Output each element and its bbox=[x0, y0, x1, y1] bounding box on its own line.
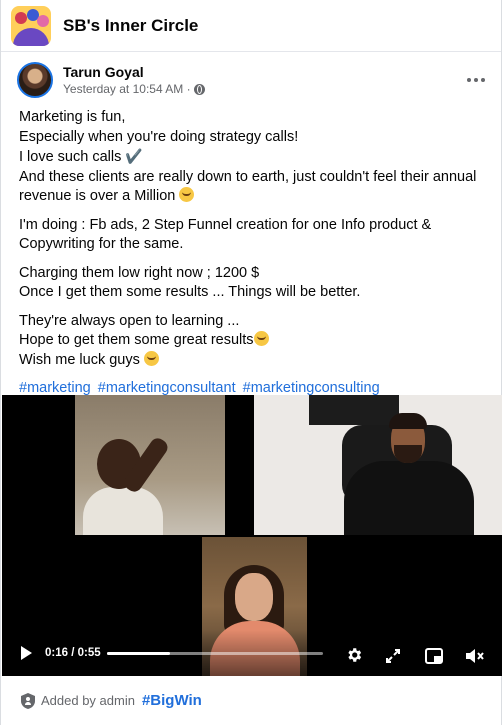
smile-emoji bbox=[143, 350, 159, 366]
post-line: And these clients are really down to ear… bbox=[19, 168, 489, 207]
post-line-text: Wish me luck guys bbox=[19, 351, 140, 368]
smile-emoji bbox=[179, 187, 195, 202]
post-line: Once I get them some results ... Things … bbox=[19, 284, 361, 300]
post-text: Marketing is fun, Especially when you're… bbox=[13, 108, 489, 399]
pip-icon[interactable] bbox=[425, 648, 443, 664]
post-paragraph: They're always open to learning ... Hope… bbox=[19, 312, 489, 371]
post-line-text: Hope to get them some great results bbox=[19, 332, 254, 348]
post-line: Charging them low right now ; 1200 $ bbox=[19, 264, 260, 281]
post-line: They're always open to learning ... bbox=[19, 312, 240, 329]
author-name[interactable]: Tarun Goyal bbox=[63, 63, 461, 81]
post-line: Hope to get them some great results bbox=[19, 331, 489, 351]
hashtag-link[interactable]: #marketing bbox=[19, 380, 91, 396]
added-by-label: Added by admin bbox=[41, 693, 135, 708]
post-line: I'm doing : Fb ads, 2 Step Funnel creati… bbox=[19, 216, 432, 253]
shield-icon bbox=[21, 692, 35, 709]
video-controls: 0:16 / 0:55 bbox=[2, 630, 502, 676]
post-paragraph: Marketing is fun, Especially when you're… bbox=[19, 108, 489, 207]
hashtag-link[interactable]: #marketingconsulting bbox=[243, 380, 380, 396]
author-meta: Tarun Goyal Yesterday at 10:54 AM · bbox=[63, 63, 461, 97]
globe-icon bbox=[193, 83, 205, 95]
post-paragraph: Charging them low right now ; 1200 $ Onc… bbox=[19, 264, 489, 303]
video-tile-left bbox=[75, 395, 225, 535]
smile-emoji bbox=[253, 331, 269, 346]
play-icon[interactable] bbox=[21, 646, 32, 660]
more-icon[interactable] bbox=[461, 65, 491, 95]
post-card: Tarun Goyal Yesterday at 10:54 AM · Mark… bbox=[1, 52, 501, 399]
post-timestamp-row: Yesterday at 10:54 AM · bbox=[63, 81, 461, 97]
group-header: SB's Inner Circle bbox=[1, 0, 501, 52]
post-line-text: And these clients are really down to ear… bbox=[19, 168, 477, 205]
video-player[interactable]: 0:16 / 0:55 bbox=[2, 395, 502, 676]
volume-icon[interactable] bbox=[465, 648, 485, 664]
post-footer: Added by admin #BigWin bbox=[1, 676, 501, 725]
expand-icon[interactable] bbox=[385, 648, 401, 664]
post-line: Especially when you're doing strategy ca… bbox=[19, 128, 299, 145]
post-page: SB's Inner Circle Tarun Goyal Yesterday … bbox=[0, 0, 502, 725]
post-line: I love such calls ✔️ bbox=[19, 147, 489, 168]
author-avatar[interactable] bbox=[17, 62, 53, 98]
bigwin-tag[interactable]: #BigWin bbox=[142, 692, 202, 709]
post-line-text: I love such calls bbox=[19, 149, 122, 165]
video-tile-right bbox=[254, 395, 502, 535]
group-name[interactable]: SB's Inner Circle bbox=[63, 16, 198, 36]
video-progress-bar[interactable] bbox=[107, 651, 323, 655]
video-time: 0:16 / 0:55 bbox=[45, 647, 101, 659]
check-emoji: ✔️ bbox=[125, 148, 143, 164]
group-avatar[interactable] bbox=[11, 5, 51, 46]
post-line: Marketing is fun, bbox=[19, 109, 126, 125]
hashtag-link[interactable]: #marketingconsultant bbox=[98, 380, 236, 396]
video-progress-fill bbox=[107, 651, 170, 655]
gear-icon[interactable] bbox=[345, 646, 363, 664]
post-paragraph: I'm doing : Fb ads, 2 Step Funnel creati… bbox=[19, 216, 489, 255]
post-header: Tarun Goyal Yesterday at 10:54 AM · bbox=[13, 52, 489, 102]
post-timestamp[interactable]: Yesterday at 10:54 AM · bbox=[63, 81, 191, 97]
post-line: Wish me luck guys bbox=[19, 350, 489, 371]
